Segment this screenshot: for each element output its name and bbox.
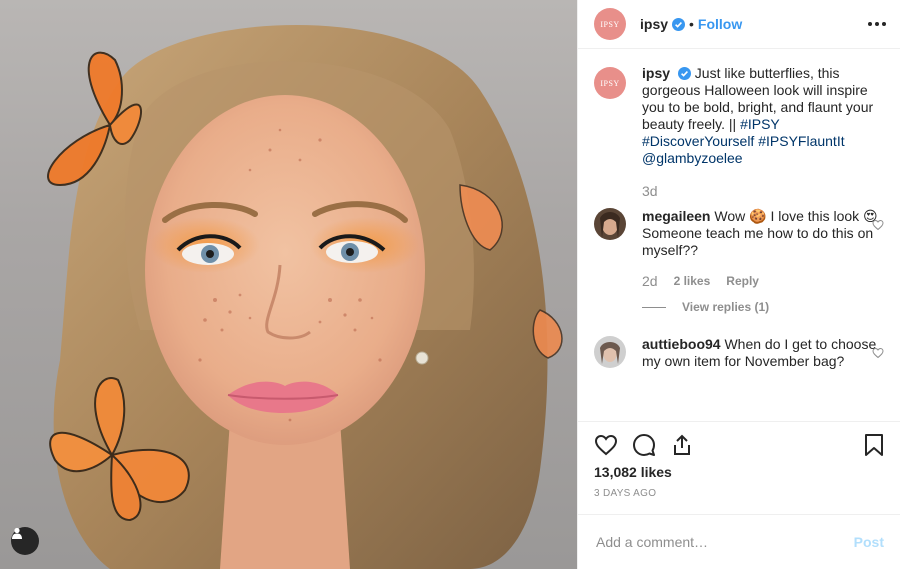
avatar[interactable] bbox=[594, 336, 626, 368]
comment-input[interactable] bbox=[594, 533, 854, 551]
comment-body: auttieboo94 When do I get to choose my o… bbox=[642, 336, 882, 370]
follow-button[interactable]: Follow bbox=[698, 16, 742, 32]
caption-body: ipsy Just like butterflies, this gorgeou… bbox=[642, 65, 882, 200]
header-separator: • bbox=[689, 16, 694, 32]
verified-icon bbox=[672, 17, 686, 31]
action-icons bbox=[594, 430, 884, 460]
caption-username[interactable]: ipsy bbox=[642, 65, 670, 81]
instagram-post: IPSY ipsy • Follow IPSY ipsy Just like b… bbox=[0, 0, 900, 569]
more-icon[interactable] bbox=[868, 22, 886, 26]
caption-meta: 3d bbox=[642, 183, 882, 200]
reply-button[interactable]: Reply bbox=[726, 273, 759, 290]
likes-count[interactable]: 13,082 likes bbox=[594, 464, 884, 480]
post-comment-button[interactable]: Post bbox=[854, 534, 884, 550]
comment-likes[interactable]: 2 likes bbox=[674, 273, 711, 290]
comment-item: megaileen Wow 🍪 I love this look 😍 Someo… bbox=[594, 208, 884, 290]
view-replies-label: View replies (1) bbox=[682, 300, 770, 314]
comment-composer: Post bbox=[578, 514, 900, 569]
photo-illustration bbox=[47, 25, 563, 569]
avatar[interactable] bbox=[594, 208, 626, 240]
caption-age: 3d bbox=[642, 183, 658, 199]
header-avatar[interactable]: IPSY bbox=[594, 8, 626, 40]
view-replies-line bbox=[642, 306, 666, 308]
like-comment-heart-icon[interactable] bbox=[872, 346, 884, 364]
comments-list[interactable]: IPSY ipsy Just like butterflies, this go… bbox=[578, 49, 900, 421]
caption: IPSY ipsy Just like butterflies, this go… bbox=[594, 65, 884, 200]
post-date: 3 DAYS AGO bbox=[594, 488, 657, 499]
heart-icon[interactable] bbox=[594, 433, 618, 457]
hashtag-link[interactable]: #IPSYFlauntIt bbox=[758, 133, 844, 149]
comment-item: auttieboo94 When do I get to choose my o… bbox=[594, 336, 884, 370]
comment-age: 2d bbox=[642, 273, 658, 289]
bookmark-icon[interactable] bbox=[864, 433, 884, 457]
verified-icon bbox=[677, 67, 691, 80]
share-icon[interactable] bbox=[670, 433, 694, 457]
hashtag-link[interactable]: #IPSY bbox=[740, 116, 779, 132]
comment-username[interactable]: megaileen bbox=[642, 208, 710, 224]
post-actions: 13,082 likes 3 DAYS AGO bbox=[578, 421, 900, 514]
comment-meta: 2d 2 likes Reply bbox=[642, 273, 882, 290]
mention-link[interactable]: @glambyzoelee bbox=[642, 150, 743, 166]
post-side-panel: IPSY ipsy • Follow IPSY ipsy Just like b… bbox=[577, 0, 900, 569]
tagged-users-button[interactable] bbox=[11, 527, 39, 555]
view-replies-button[interactable]: View replies (1) bbox=[642, 300, 884, 314]
header-username[interactable]: ipsy bbox=[640, 16, 668, 32]
comment-text: Wow 🍪 I love this look bbox=[714, 208, 860, 224]
comment-body: megaileen Wow 🍪 I love this look 😍 Someo… bbox=[642, 208, 882, 290]
like-comment-heart-icon[interactable] bbox=[872, 218, 884, 236]
hashtag-link[interactable]: #DiscoverYourself bbox=[642, 133, 754, 149]
caption-avatar[interactable]: IPSY bbox=[594, 67, 626, 99]
comment-username[interactable]: auttieboo94 bbox=[642, 336, 721, 352]
post-photo[interactable] bbox=[0, 0, 577, 569]
comment-icon[interactable] bbox=[632, 433, 656, 457]
user-tag-icon bbox=[12, 527, 22, 539]
post-header: IPSY ipsy • Follow bbox=[578, 0, 900, 49]
